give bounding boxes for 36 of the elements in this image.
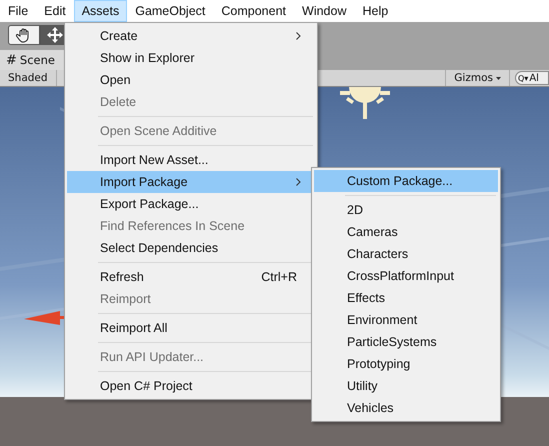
menu-item[interactable]: Utility bbox=[314, 375, 498, 397]
menu-bar-item[interactable]: Edit bbox=[36, 0, 74, 22]
move-arrows-icon bbox=[46, 27, 62, 43]
menu-item[interactable]: Cameras bbox=[314, 221, 498, 243]
menu-item[interactable]: ParticleSystems bbox=[314, 331, 498, 353]
draw-mode-dropdown[interactable]: Shaded bbox=[0, 70, 57, 86]
menu-item[interactable]: CrossPlatformInput bbox=[314, 265, 498, 287]
menu-item[interactable]: Open C# Project bbox=[67, 375, 315, 397]
menu-bar-item[interactable]: File bbox=[0, 0, 36, 22]
hand-tool-button[interactable] bbox=[8, 25, 40, 45]
gizmos-dropdown[interactable]: Gizmos bbox=[445, 70, 510, 86]
menu-bar-item[interactable]: Component bbox=[213, 0, 294, 22]
menu-item[interactable]: Reimport All bbox=[67, 317, 315, 339]
menu-item[interactable]: Export Package... bbox=[67, 193, 315, 215]
grid-icon: # bbox=[6, 52, 17, 68]
menu-bar-item[interactable]: Assets bbox=[74, 0, 128, 22]
menu-item[interactable]: Select Dependencies bbox=[67, 237, 315, 259]
menu-item[interactable]: 2D bbox=[314, 199, 498, 221]
menu-item[interactable]: Prototyping bbox=[314, 353, 498, 375]
menu-bar-item[interactable]: Window bbox=[294, 0, 354, 22]
menu-item[interactable]: Characters bbox=[314, 243, 498, 265]
scene-tab[interactable]: # Scene bbox=[0, 50, 67, 70]
menu-item[interactable]: Effects bbox=[314, 287, 498, 309]
menu-bar-item[interactable]: GameObject bbox=[127, 0, 214, 22]
menu-item[interactable]: Import New Asset... bbox=[67, 149, 315, 171]
menu-item[interactable]: Open bbox=[67, 69, 315, 91]
menu-item[interactable]: Vehicles bbox=[314, 397, 498, 419]
menu-item[interactable]: Environment bbox=[314, 309, 498, 331]
menu-bar-item[interactable]: Help bbox=[354, 0, 396, 22]
tab-label: Scene bbox=[20, 53, 55, 67]
caret-down-icon bbox=[496, 76, 501, 80]
menu-item[interactable]: Custom Package... bbox=[314, 170, 498, 192]
menu-item[interactable]: Create bbox=[67, 25, 315, 47]
menu-item[interactable]: Refresh Ctrl+R bbox=[67, 266, 315, 288]
menu-item[interactable]: Show in Explorer bbox=[67, 47, 315, 69]
search-field[interactable]: Q▾Al bbox=[515, 71, 549, 85]
